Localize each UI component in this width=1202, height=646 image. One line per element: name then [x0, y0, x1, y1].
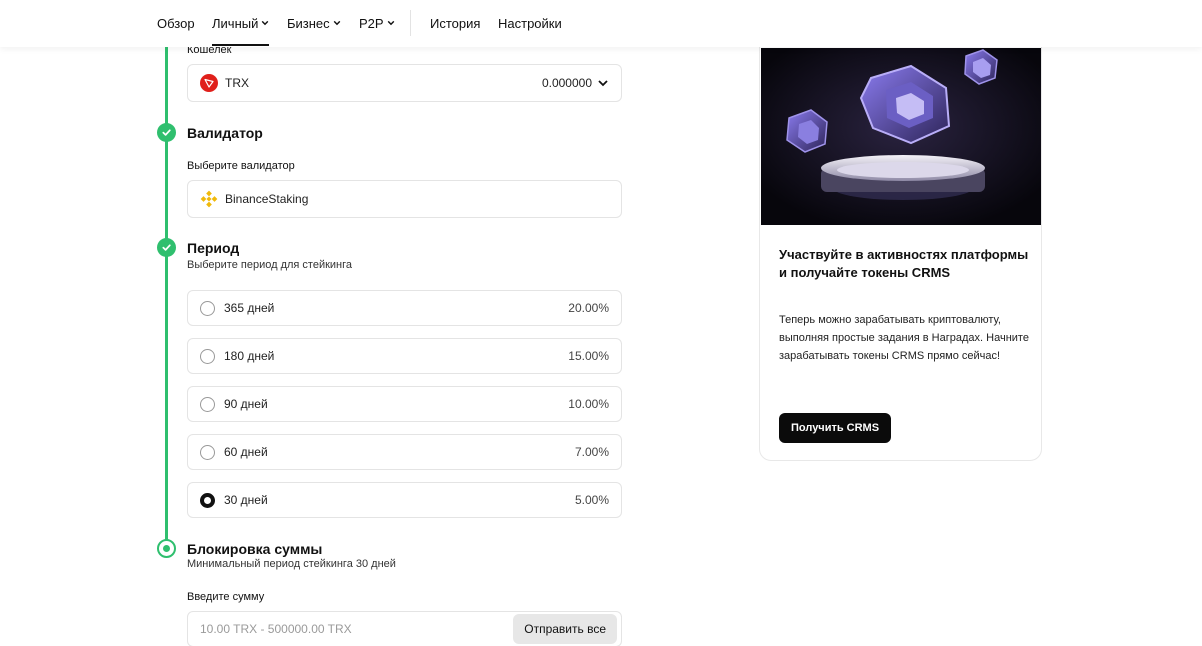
period-subtitle: Выберите период для стейкинга — [187, 259, 353, 271]
validator-label: Выберите валидатор — [187, 160, 295, 172]
period-title: Период — [187, 240, 240, 256]
nav-item-overview[interactable]: Обзор — [157, 14, 195, 32]
wallet-select[interactable]: TRX 0.000000 — [187, 64, 622, 102]
top-navigation: Обзор Личный Бизнес P2P История Настройк… — [0, 0, 1202, 47]
nav-item-label: Настройки — [498, 15, 562, 31]
period-option-rate: 20.00% — [568, 301, 609, 315]
period-option-rate: 7.00% — [574, 445, 609, 459]
nav-item-history[interactable]: История — [430, 14, 480, 32]
chevron-down-icon — [333, 20, 340, 26]
nav-item-label: История — [430, 15, 481, 31]
wallet-amount-group: 0.000000 — [542, 76, 609, 90]
nav-divider — [410, 10, 411, 36]
chevron-down-icon — [387, 20, 394, 26]
period-option-60[interactable]: 60 дней 7.00% — [187, 434, 622, 470]
amount-label: Введите сумму — [187, 591, 265, 603]
period-option-label: 30 дней — [224, 493, 268, 507]
nav-item-settings[interactable]: Настройки — [498, 14, 562, 32]
validator-value: BinanceStaking — [225, 192, 309, 206]
nav-item-label: Обзор — [157, 15, 195, 31]
nav-item-business[interactable]: Бизнес — [287, 14, 341, 32]
send-all-button[interactable]: Отправить все — [513, 614, 617, 644]
radio-checked[interactable] — [200, 492, 215, 508]
amount-field: Отправить все — [187, 611, 622, 646]
period-option-rate: 5.00% — [574, 493, 609, 507]
chevron-down-icon — [598, 80, 608, 87]
promo-card: Участвуйте в активностях платформы и пол… — [759, 35, 1042, 461]
period-option-rate: 10.00% — [568, 397, 609, 411]
promo-text: Теперь можно зарабатывать криптовалюту, … — [779, 314, 1029, 362]
lock-title: Блокировка суммы — [187, 541, 323, 557]
promo-title: Участвуйте в активностях платформы и пол… — [779, 247, 1029, 280]
trx-coin-icon — [200, 74, 218, 92]
period-option-365[interactable]: 365 дней 20.00% — [187, 290, 622, 326]
wallet-coin: TRX — [225, 76, 249, 90]
nav-item-label: Бизнес — [287, 15, 330, 31]
period-option-180[interactable]: 180 дней 15.00% — [187, 338, 622, 374]
lock-subtitle: Минимальный период стейкинга 30 дней — [187, 558, 396, 570]
period-option-label: 90 дней — [224, 397, 268, 411]
radio-unchecked[interactable] — [200, 396, 215, 412]
radio-unchecked[interactable] — [200, 444, 215, 460]
wallet-amount: 0.000000 — [541, 76, 592, 90]
step-complete-check-icon — [157, 123, 176, 142]
chevron-down-icon — [262, 20, 269, 26]
radio-unchecked[interactable] — [200, 300, 215, 316]
nav-item-p2p[interactable]: P2P — [359, 14, 395, 32]
amount-input[interactable] — [200, 622, 514, 636]
period-option-label: 180 дней — [224, 349, 275, 363]
binance-icon — [200, 190, 218, 208]
crms-tokens-illustration — [761, 48, 1041, 225]
nav-item-label: Личный — [212, 15, 259, 31]
period-option-90[interactable]: 90 дней 10.00% — [187, 386, 622, 422]
validator-title: Валидатор — [187, 125, 263, 141]
period-option-rate: 15.00% — [568, 349, 609, 363]
radio-unchecked[interactable] — [200, 348, 215, 364]
nav-item-personal[interactable]: Личный — [212, 14, 270, 46]
step-complete-check-icon — [157, 238, 176, 257]
period-option-label: 60 дней — [224, 445, 268, 459]
get-crms-button[interactable]: Получить CRMS — [779, 413, 892, 443]
period-option-label: 365 дней — [224, 301, 275, 315]
validator-field[interactable]: BinanceStaking — [187, 180, 622, 218]
nav-item-label: P2P — [359, 15, 384, 31]
period-option-30[interactable]: 30 дней 5.00% — [187, 482, 622, 518]
step-current-indicator — [157, 539, 176, 558]
